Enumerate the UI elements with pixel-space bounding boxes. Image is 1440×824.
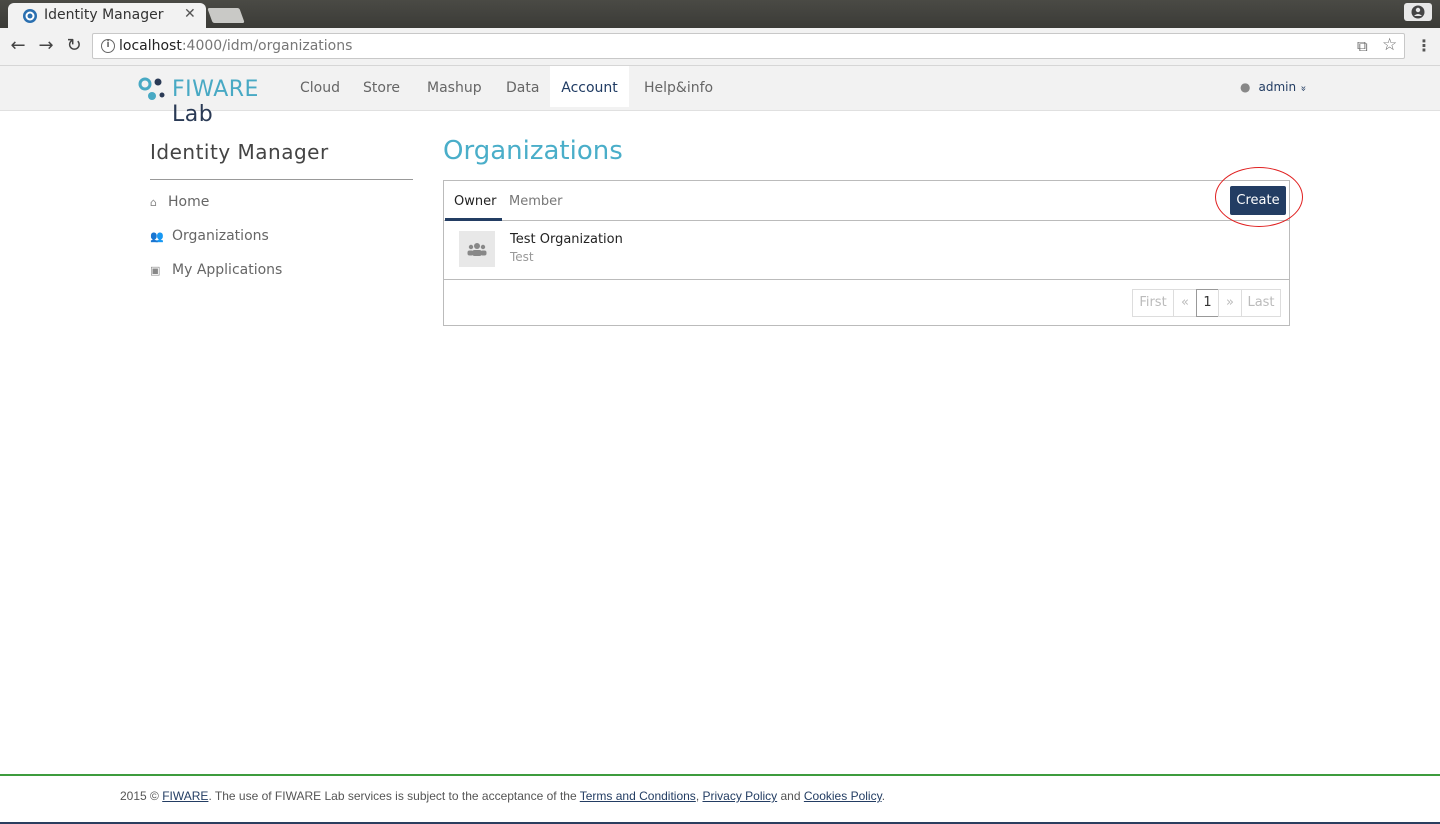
- browser-menu-icon[interactable]: ⋮: [1416, 36, 1432, 55]
- footer-terms-link[interactable]: Terms and Conditions: [580, 789, 696, 803]
- chevron-down-icon: »: [1297, 85, 1309, 92]
- pager-last[interactable]: Last: [1241, 289, 1281, 317]
- cube-icon: ▣: [150, 264, 161, 277]
- sidebar-item-label: My Applications: [172, 262, 283, 278]
- url-path: :4000/idm/organizations: [181, 38, 353, 54]
- back-icon[interactable]: ←: [7, 35, 29, 57]
- sidebar-item-organizations[interactable]: 👥 Organizations: [150, 228, 269, 244]
- new-tab-button[interactable]: [207, 8, 245, 23]
- forward-icon[interactable]: →: [35, 35, 57, 57]
- tab-title: Identity Manager: [44, 7, 164, 23]
- nav-store[interactable]: Store: [363, 66, 400, 107]
- user-icon: ●: [1240, 80, 1251, 94]
- translate-icon[interactable]: ⧉: [1357, 37, 1368, 55]
- profile-icon[interactable]: [1404, 3, 1432, 21]
- nav-account[interactable]: Account: [550, 66, 629, 107]
- site-navbar: FIWARE Lab Cloud Store Mashup Data Accou…: [0, 66, 1440, 127]
- pager-first[interactable]: First: [1132, 289, 1174, 317]
- sidebar-item-label: Organizations: [172, 228, 269, 244]
- footer-privacy-link[interactable]: Privacy Policy: [702, 789, 777, 803]
- user-menu[interactable]: ● admin »: [1240, 80, 1309, 94]
- sidebar-item-my-applications[interactable]: ▣ My Applications: [150, 262, 282, 278]
- pager-prev[interactable]: «: [1173, 289, 1197, 317]
- footer-divider: [0, 774, 1440, 776]
- fiware-favicon-icon: [23, 9, 37, 23]
- address-bar[interactable]: i localhost:4000/idm/organizations ⧉ ☆: [92, 33, 1405, 59]
- footer-text: 2015 © FIWARE. The use of FIWARE Lab ser…: [120, 789, 885, 803]
- home-icon: ⌂: [150, 196, 157, 209]
- reload-icon[interactable]: ↻: [63, 35, 85, 57]
- organization-avatar-icon: [459, 231, 495, 267]
- footer-middle: . The use of FIWARE Lab services is subj…: [208, 789, 580, 803]
- organizations-panel: Owner Member Create Test Organization Te…: [443, 167, 1303, 326]
- nav-help-info[interactable]: Help&info: [644, 66, 713, 107]
- highlight-circle: [1215, 167, 1303, 227]
- nav-mashup[interactable]: Mashup: [427, 66, 482, 107]
- sidebar-divider: [150, 179, 413, 180]
- organization-name[interactable]: Test Organization: [510, 232, 623, 247]
- url-host: localhost: [119, 38, 182, 54]
- nav-cloud[interactable]: Cloud: [300, 66, 340, 107]
- browser-toolbar: ← → ↻ i localhost:4000/idm/organizations…: [0, 28, 1440, 66]
- fiware-logo-icon: [138, 77, 165, 100]
- site-info-icon[interactable]: i: [101, 39, 115, 53]
- pagination: First « 1 » Last: [1132, 289, 1281, 317]
- footer-and: and: [777, 789, 804, 803]
- footer-end: .: [881, 789, 886, 803]
- tab-member[interactable]: Member: [509, 194, 562, 209]
- footer-cookies-link[interactable]: Cookies Policy: [804, 789, 882, 803]
- close-tab-icon[interactable]: ✕: [184, 6, 196, 22]
- footer-fiware-link[interactable]: FIWARE: [162, 789, 208, 803]
- logo-lab-text: Lab: [172, 102, 214, 127]
- organization-description: Test: [510, 250, 534, 264]
- fiware-lab-logo[interactable]: FIWARE Lab: [138, 72, 288, 127]
- logo-fiware-text: FIWARE: [172, 77, 259, 102]
- browser-tab-strip: Identity Manager ✕: [0, 0, 1440, 28]
- sidebar-title: Identity Manager: [150, 140, 329, 164]
- users-icon: 👥: [150, 230, 164, 243]
- bookmark-star-icon[interactable]: ☆: [1382, 35, 1397, 55]
- pager-page-1[interactable]: 1: [1196, 289, 1219, 317]
- url-text[interactable]: localhost:4000/idm/organizations: [119, 38, 352, 54]
- sidebar-item-home[interactable]: ⌂ Home: [150, 194, 209, 210]
- pager-next[interactable]: »: [1218, 289, 1242, 317]
- panel-tabbar: Owner Member Create: [444, 167, 1303, 227]
- page-title: Organizations: [443, 136, 623, 166]
- nav-data[interactable]: Data: [506, 66, 539, 107]
- footer-prefix: 2015 ©: [120, 789, 163, 803]
- tab-owner[interactable]: Owner: [454, 194, 496, 209]
- list-item[interactable]: Test Organization Test: [444, 221, 1289, 280]
- sidebar-item-label: Home: [168, 194, 210, 210]
- user-name: admin: [1258, 80, 1297, 94]
- browser-tab[interactable]: Identity Manager ✕: [8, 3, 206, 28]
